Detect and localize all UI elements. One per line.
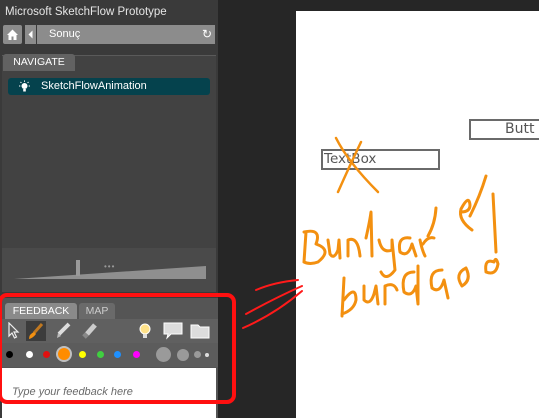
red-arrow-stroke <box>242 290 303 329</box>
handwriting-stroke <box>364 210 374 258</box>
handwriting-stroke <box>383 283 399 306</box>
handwriting-stroke <box>418 236 436 258</box>
handwriting-stroke <box>468 174 488 218</box>
red-arrow-stroke <box>255 279 299 291</box>
handwriting-stroke <box>491 192 498 254</box>
handwriting-stroke <box>340 276 358 318</box>
handwriting-stroke <box>362 284 380 306</box>
handwriting-stroke <box>401 264 420 306</box>
handwriting-stroke <box>429 268 450 300</box>
handwriting-stroke <box>398 236 418 258</box>
handwriting-stroke <box>426 206 438 238</box>
red-arrow-stroke <box>245 285 303 315</box>
ink-annotations <box>242 136 500 329</box>
handwriting-stroke <box>457 266 470 288</box>
handwriting-stroke <box>346 237 362 258</box>
handwriting-stroke <box>484 257 500 275</box>
handwriting-stroke <box>326 238 342 260</box>
handwriting-stroke <box>377 238 397 278</box>
handwriting-stroke <box>302 229 327 265</box>
